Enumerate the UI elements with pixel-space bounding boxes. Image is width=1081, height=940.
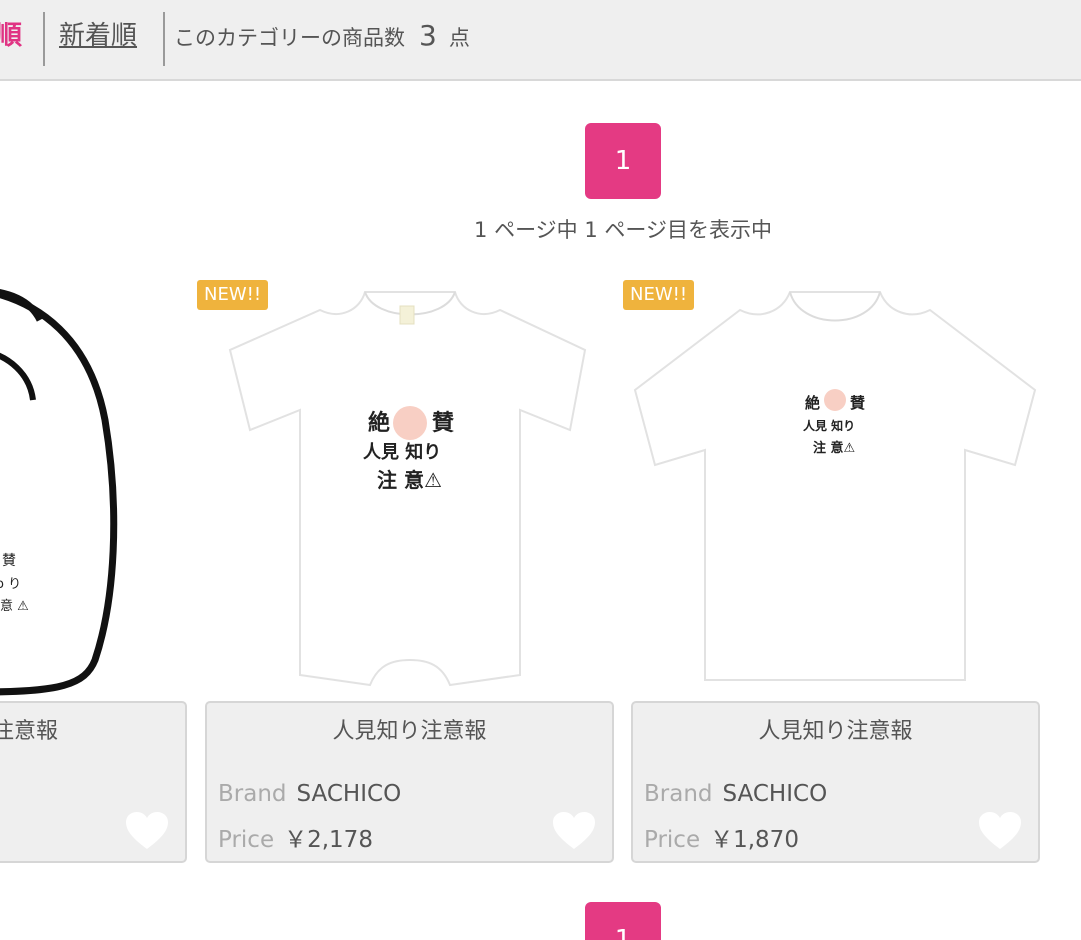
product-card-bib[interactable]: 賛 o り 意 ⚠ bbox=[0, 280, 190, 700]
bib-print-line: 意 ⚠ bbox=[0, 598, 29, 614]
product-card-tshirt[interactable]: 絶 賛 人見 知り 注 意⚠ bbox=[630, 280, 1040, 700]
brand-value: SACHICO bbox=[296, 781, 402, 807]
price-value: ￥1,870 bbox=[710, 827, 799, 853]
svg-text:人見 知り: 人見 知り bbox=[363, 441, 441, 463]
baby-face-icon bbox=[393, 406, 427, 440]
new-badge: NEW!! bbox=[623, 280, 695, 310]
sort-option-newest[interactable]: 新着順 bbox=[59, 16, 137, 56]
heart-icon[interactable] bbox=[978, 811, 1022, 851]
product-brand-row: Brand SACHICO bbox=[644, 781, 827, 807]
product-info-box[interactable]: 人見知り注意報 Brand SACHICO Price ￥2,178 bbox=[205, 701, 614, 863]
baby-face-icon bbox=[824, 389, 846, 411]
price-value: ￥2,178 bbox=[284, 827, 373, 853]
sort-option-active[interactable]: 順 bbox=[0, 16, 22, 56]
svg-text:絶: 絶 bbox=[368, 410, 390, 436]
brand-value: SACHICO bbox=[722, 781, 828, 807]
product-brand-row: Brand SACHICO bbox=[218, 781, 401, 807]
divider bbox=[43, 12, 45, 66]
bib-print-line: 賛 bbox=[2, 553, 16, 569]
heart-icon[interactable] bbox=[125, 811, 169, 851]
divider bbox=[163, 12, 165, 66]
svg-text:人見 知り: 人見 知り bbox=[803, 418, 855, 433]
product-image: 絶 賛 人見 知り 注 意⚠ bbox=[633, 291, 1037, 681]
product-image: 賛 o り 意 ⚠ bbox=[0, 289, 118, 696]
svg-text:賛: 賛 bbox=[850, 394, 866, 412]
count-value: 3 bbox=[419, 19, 437, 52]
new-badge: NEW!! bbox=[197, 280, 269, 310]
product-name[interactable]: 人見知り注意報 bbox=[633, 713, 1038, 745]
product-image: 絶 賛 人見 知り 注 意⚠ bbox=[228, 291, 587, 687]
bib-print-line: o り bbox=[0, 577, 21, 592]
brand-label: Brand bbox=[218, 781, 287, 807]
product-price-row: Price ￥2,178 bbox=[218, 820, 373, 854]
svg-text:賛: 賛 bbox=[432, 411, 455, 436]
svg-text:絶: 絶 bbox=[805, 394, 820, 412]
pager-info: 1 ページ中 1 ページ目を表示中 bbox=[474, 218, 772, 242]
product-info-box[interactable]: 人見知り注意報 Brand SACHICO Price ￥1,870 bbox=[631, 701, 1040, 863]
count-prefix: このカテゴリーの商品数 bbox=[174, 26, 405, 50]
price-label: Price bbox=[644, 827, 701, 853]
product-price-row: Price ￥1,870 bbox=[644, 820, 799, 854]
price-label: Price bbox=[218, 827, 275, 853]
product-name[interactable]: 注意報 bbox=[0, 713, 185, 745]
heart-icon[interactable] bbox=[552, 811, 596, 851]
pager-current-page-bottom[interactable]: 1 bbox=[585, 902, 661, 940]
brand-label: Brand bbox=[644, 781, 713, 807]
sort-bar: 順 新着順 このカテゴリーの商品数 3 点 bbox=[0, 0, 1081, 81]
pager-current-page[interactable]: 1 bbox=[585, 123, 661, 199]
product-card-romper[interactable]: 絶 賛 人見 知り 注 意⚠ bbox=[210, 280, 610, 700]
svg-text:注 意⚠: 注 意⚠ bbox=[377, 468, 442, 492]
product-name[interactable]: 人見知り注意報 bbox=[207, 713, 612, 745]
svg-text:注 意⚠: 注 意⚠ bbox=[813, 440, 855, 456]
count-suffix: 点 bbox=[448, 26, 470, 50]
product-info-box[interactable]: 注意報 bbox=[0, 701, 187, 863]
category-item-count: このカテゴリーの商品数 3 点 bbox=[174, 22, 470, 52]
